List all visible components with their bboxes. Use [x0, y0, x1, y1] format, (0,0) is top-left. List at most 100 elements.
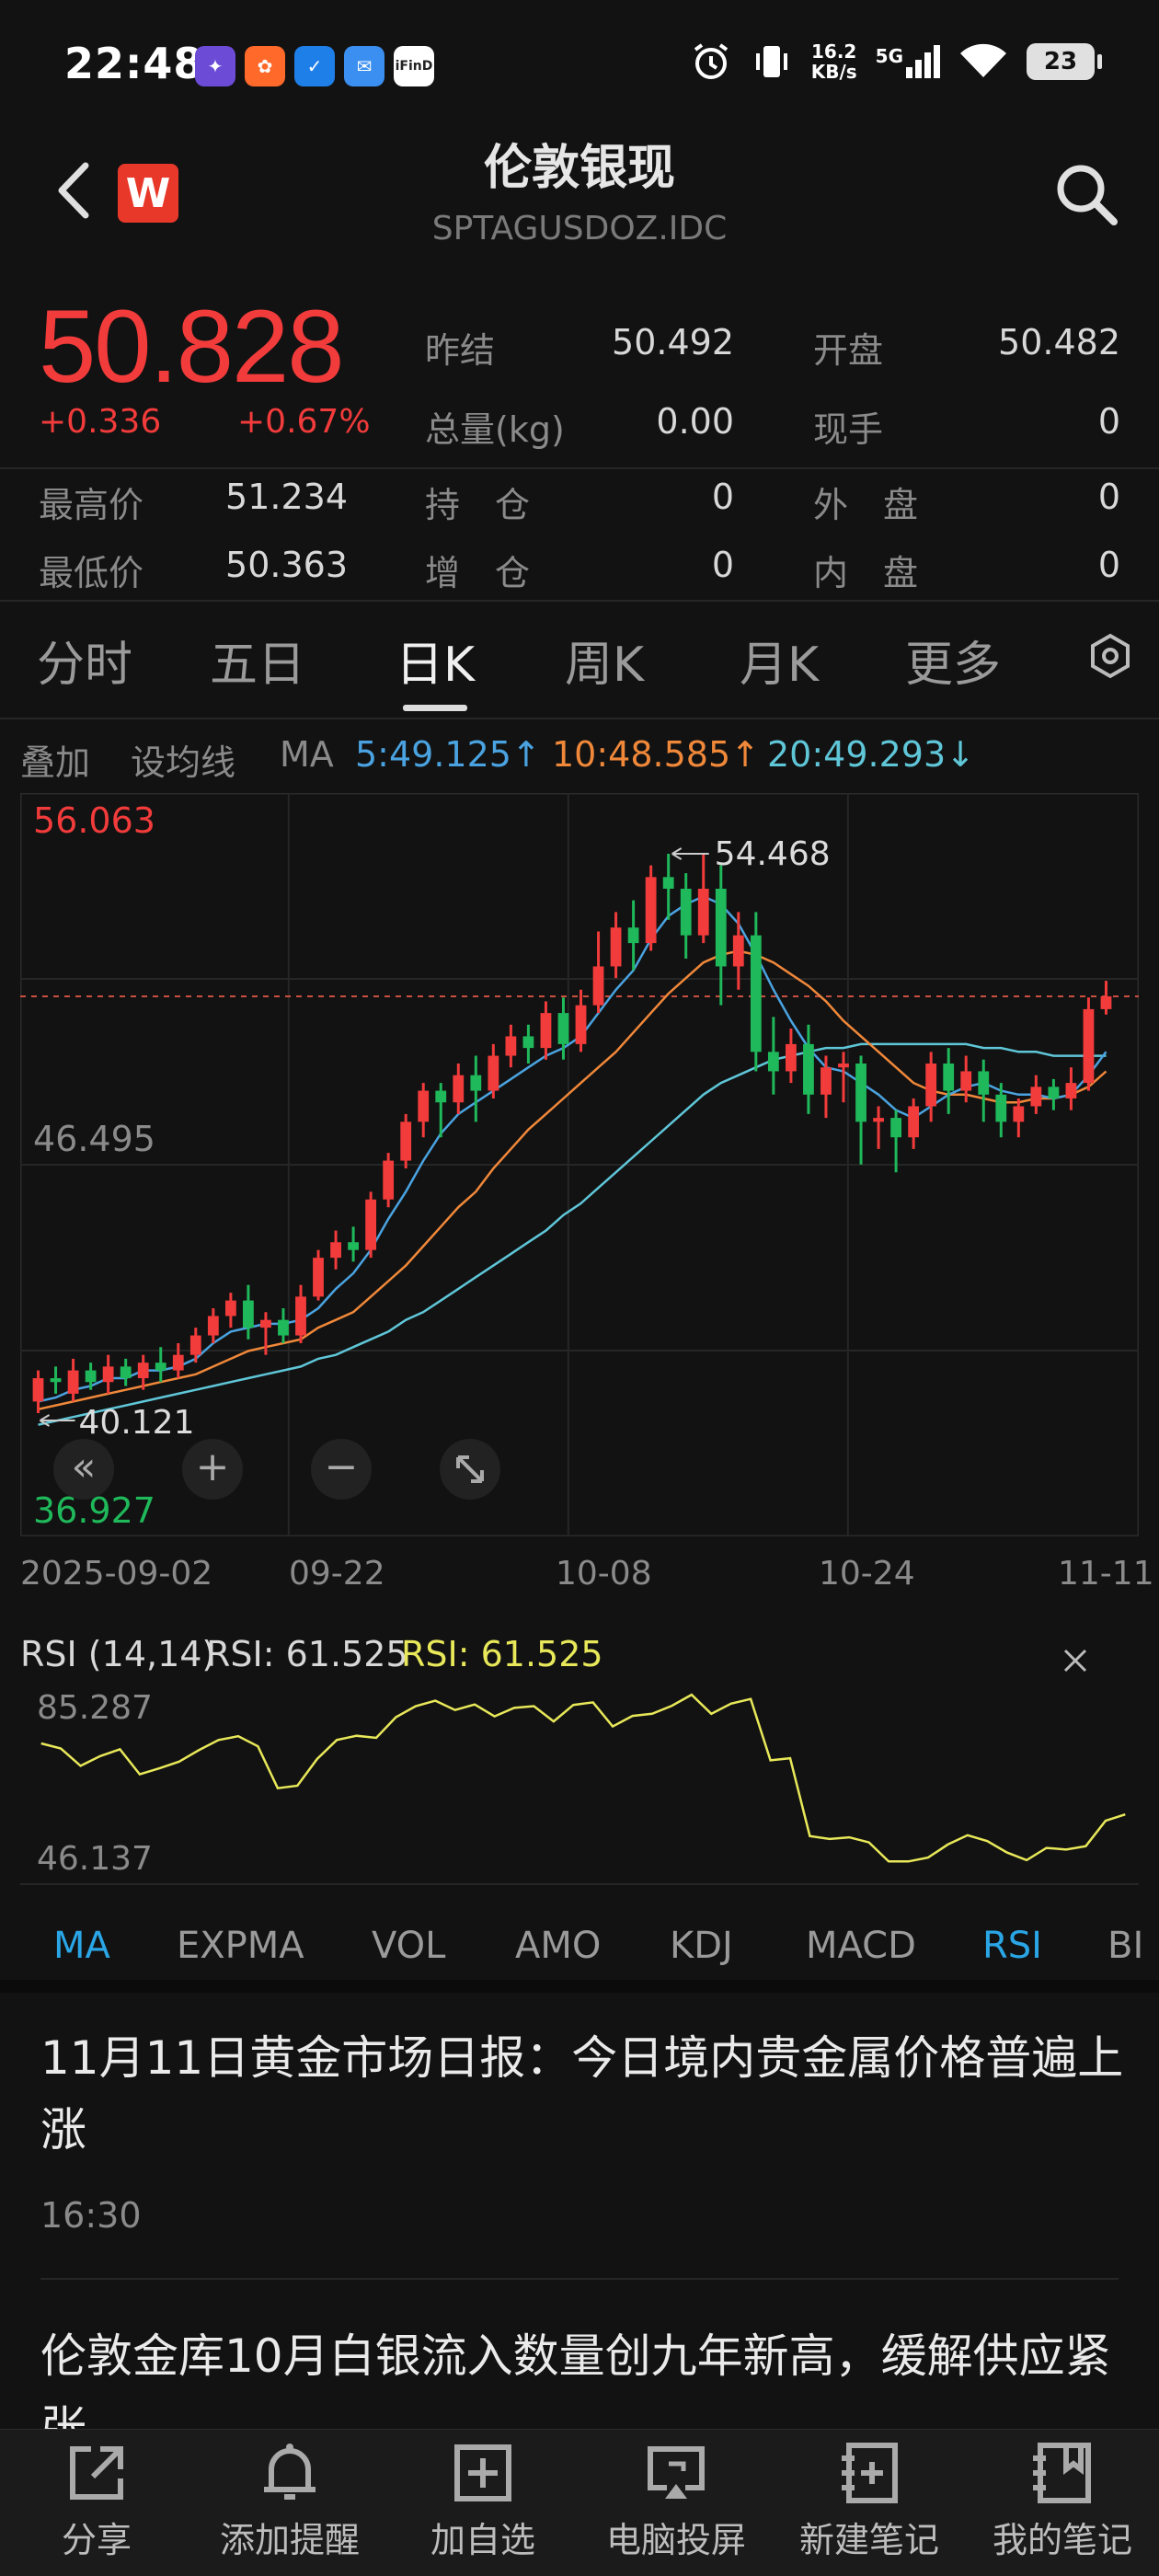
candle-body [786, 1043, 797, 1072]
tab-daily-k[interactable]: 日K [396, 626, 475, 695]
volume-value: 0.00 [656, 401, 734, 442]
indicator-tab-amo[interactable]: AMO [515, 1925, 601, 1967]
tab-weekly-k[interactable]: 周K [565, 626, 644, 695]
my-notes-button[interactable]: 我的笔记 [966, 2436, 1159, 2562]
ma20-value: 20:49.293↓ [767, 734, 975, 775]
tab-five-day[interactable]: 五日 [210, 626, 305, 695]
candle-body [505, 1036, 517, 1056]
candle-body [67, 1370, 79, 1394]
system-icons: 16.2 KB/s 5G 23 [690, 40, 1102, 83]
last-price: 50.828 [39, 289, 345, 404]
indicator-tab-bi[interactable]: BI [1107, 1925, 1153, 1967]
candle-body [995, 1094, 1007, 1122]
candle-body [330, 1242, 341, 1259]
share-button[interactable]: 分享 [0, 2436, 193, 2562]
x-axis-tick: 10-08 [556, 1555, 652, 1593]
cast-screen-button[interactable]: 电脑投屏 [580, 2436, 773, 2562]
indicator-tab-vol[interactable]: VOL [372, 1925, 445, 1967]
kline-chart[interactable]: 54.468 40.121 [20, 793, 1139, 1536]
search-icon[interactable] [1050, 158, 1122, 230]
rsi-value-2: RSI: 61.525 [401, 1634, 603, 1674]
candle-body [50, 1378, 62, 1383]
candle-body [925, 1064, 937, 1107]
tab-more[interactable]: 更多 [905, 626, 1001, 695]
indicator-tab-rsi[interactable]: RSI [982, 1925, 1042, 1967]
overlay-button[interactable]: 叠加 [20, 734, 90, 785]
candle-body [435, 1090, 447, 1103]
app-notification-icon: ✿ [245, 46, 285, 86]
candle-body [278, 1319, 289, 1336]
candle-body [85, 1370, 97, 1383]
tab-monthly-k[interactable]: 月K [740, 626, 819, 695]
candle-body [365, 1199, 377, 1250]
prev-close-value: 50.492 [612, 322, 734, 362]
cast-screen-icon [648, 2446, 705, 2499]
candle-body [470, 1075, 482, 1091]
high-label: 最高价 [39, 485, 144, 525]
candle-body [383, 1160, 395, 1200]
indicator-tab-kdj[interactable]: KDJ [670, 1925, 733, 1967]
divider [0, 600, 1159, 602]
candle-body [557, 1013, 569, 1044]
candle-body [1065, 1083, 1077, 1099]
rsi-title: RSI (14,14) [20, 1634, 216, 1674]
price-change-pct: +0.67% [237, 403, 371, 441]
current-hand-label: 现手 [813, 409, 884, 450]
candle-body [610, 927, 622, 967]
candle-body [697, 888, 709, 936]
x-axis-tick: 2025-09-02 [20, 1555, 213, 1593]
candle-body [155, 1363, 166, 1371]
min-annotation-label: 40.121 [79, 1404, 195, 1442]
rsi-line [40, 1693, 1126, 1863]
candle-body [313, 1258, 324, 1297]
candle-body [172, 1354, 184, 1371]
add-watchlist-button[interactable]: 加自选 [386, 2436, 580, 2562]
candle-body [102, 1366, 114, 1383]
settings-icon[interactable] [1087, 633, 1133, 679]
candle-body [488, 1055, 499, 1091]
page-title: 伦敦银现 [483, 141, 675, 196]
net-speed: 16.2 KB/s [810, 40, 857, 83]
x-axis-tick: 09-22 [289, 1555, 385, 1593]
fullscreen-button[interactable] [440, 1439, 500, 1500]
add-position-value: 0 [711, 545, 734, 585]
candle-body [627, 927, 639, 944]
ma5-value: 5:49.125↑ [355, 734, 541, 775]
outer-label: 外 盘 [813, 485, 919, 525]
divider [40, 2278, 1119, 2280]
add-alert-button[interactable]: 添加提醒 [193, 2436, 386, 2562]
candle-body [120, 1366, 132, 1379]
indicator-tab-expma[interactable]: EXPMA [177, 1925, 304, 1967]
max-annotation-label: 54.468 [715, 835, 831, 873]
close-icon[interactable] [1061, 1647, 1089, 1674]
scroll-left-button[interactable]: « [53, 1439, 114, 1500]
candle-body [522, 1036, 534, 1049]
add-watchlist-icon [454, 2444, 511, 2501]
rsi-bottom-label: 46.137 [37, 1840, 153, 1878]
candle-body [348, 1242, 359, 1250]
set-ma-button[interactable]: 设均线 [131, 734, 235, 785]
indicator-tab-macd[interactable]: MACD [806, 1925, 916, 1967]
rsi-top-label: 85.287 [37, 1689, 153, 1727]
new-note-button[interactable]: 新建笔记 [773, 2436, 966, 2562]
price-change: +0.336 [39, 403, 162, 441]
zoom-in-button[interactable]: + [182, 1439, 243, 1500]
message-icon: ✉ [344, 46, 384, 86]
news-title[interactable]: 11月11日黄金市场日报：今日境内贵金属价格普遍上涨 [40, 2022, 1126, 2166]
vibrate-icon [755, 46, 787, 77]
x-axis-tick: 10-24 [819, 1555, 915, 1593]
zoom-out-button[interactable]: − [311, 1439, 372, 1500]
cellular-signal-icon: 5G [876, 45, 940, 78]
news-title[interactable]: 伦敦金库10月白银流入数量创九年新高，缓解供应紧张 [40, 2320, 1126, 2429]
share-icon [70, 2446, 123, 2500]
indicator-tab-ma[interactable]: MA [53, 1925, 110, 1967]
candle-body [908, 1106, 920, 1138]
candle-body [890, 1118, 901, 1138]
candle-body [662, 877, 674, 889]
rsi-value-1: RSI: 61.525 [206, 1634, 408, 1674]
tab-intraday[interactable]: 分时 [37, 626, 132, 695]
ma20-line [38, 1042, 1107, 1426]
candle-body [978, 1071, 990, 1095]
candle-body [540, 1013, 552, 1049]
news-time: 16:30 [40, 2195, 142, 2236]
